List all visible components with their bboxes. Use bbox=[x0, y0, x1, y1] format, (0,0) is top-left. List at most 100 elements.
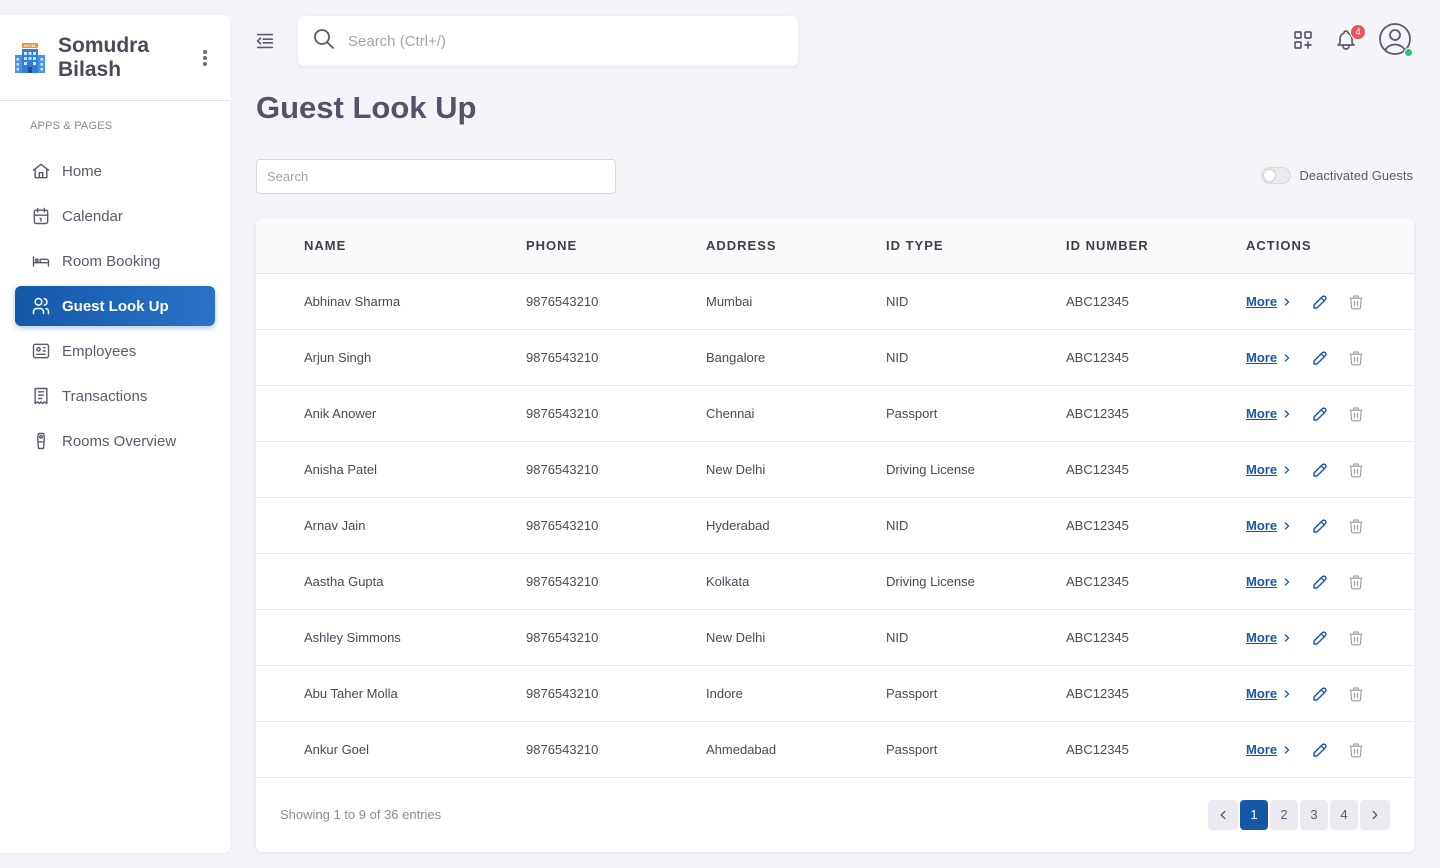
trash-icon[interactable] bbox=[1347, 685, 1365, 703]
users-icon bbox=[31, 296, 51, 316]
cell-id-type: NID bbox=[886, 518, 909, 533]
chevron-left-icon bbox=[1220, 810, 1226, 819]
more-vertical-icon[interactable] bbox=[196, 48, 214, 68]
more-label: More bbox=[1246, 518, 1278, 533]
notification-badge: 4 bbox=[1350, 24, 1366, 40]
trash-icon[interactable] bbox=[1347, 349, 1365, 367]
cell-actions: More bbox=[1246, 349, 1414, 367]
edit-pencil-icon[interactable] bbox=[1311, 349, 1329, 367]
cell-id-number: ABC12345 bbox=[1066, 686, 1129, 701]
pagination: 1 2 3 4 bbox=[1206, 799, 1390, 830]
cell-name: Arnav Jain bbox=[304, 518, 366, 533]
edit-pencil-icon[interactable] bbox=[1311, 461, 1329, 479]
page-button-2[interactable]: 2 bbox=[1270, 799, 1298, 830]
next-page-button[interactable] bbox=[1360, 799, 1390, 830]
prev-page-button[interactable] bbox=[1208, 799, 1238, 830]
room-tag-icon bbox=[31, 431, 51, 451]
trash-icon[interactable] bbox=[1347, 405, 1365, 423]
page-button-1[interactable]: 1 bbox=[1240, 799, 1268, 830]
chevron-right-icon bbox=[1284, 689, 1290, 698]
trash-icon[interactable] bbox=[1347, 461, 1365, 479]
avatar[interactable] bbox=[1378, 22, 1413, 57]
menu-collapse-icon[interactable] bbox=[254, 30, 276, 52]
more-link[interactable]: More bbox=[1246, 294, 1293, 309]
chevron-right-icon bbox=[1284, 577, 1290, 586]
edit-pencil-icon[interactable] bbox=[1311, 293, 1329, 311]
more-label: More bbox=[1246, 630, 1278, 645]
edit-pencil-icon[interactable] bbox=[1311, 517, 1329, 535]
chevron-right-icon bbox=[1284, 633, 1290, 642]
cell-address: Ahmedabad bbox=[706, 742, 777, 757]
more-link[interactable]: More bbox=[1246, 518, 1293, 533]
deactivated-guests-toggle[interactable] bbox=[1260, 167, 1291, 184]
edit-pencil-icon[interactable] bbox=[1311, 629, 1329, 647]
trash-icon[interactable] bbox=[1347, 517, 1365, 535]
sidebar-item-label: Employees bbox=[62, 342, 137, 360]
chevron-right-icon bbox=[1284, 353, 1290, 362]
edit-pencil-icon[interactable] bbox=[1311, 405, 1329, 423]
cell-id-type: NID bbox=[886, 350, 909, 365]
cell-actions: More bbox=[1246, 517, 1414, 535]
edit-pencil-icon[interactable] bbox=[1311, 685, 1329, 703]
bed-icon bbox=[31, 251, 51, 271]
global-search[interactable] bbox=[298, 16, 798, 66]
cell-address: Indore bbox=[706, 686, 743, 701]
more-link[interactable]: More bbox=[1246, 686, 1293, 701]
edit-pencil-icon[interactable] bbox=[1311, 741, 1329, 759]
more-link[interactable]: More bbox=[1246, 574, 1293, 589]
cell-actions: More bbox=[1246, 629, 1414, 647]
trash-icon[interactable] bbox=[1347, 629, 1365, 647]
receipt-icon bbox=[31, 386, 51, 406]
cell-actions: More bbox=[1246, 573, 1414, 591]
global-search-input[interactable] bbox=[348, 32, 768, 50]
cell-name: Abu Taher Molla bbox=[304, 686, 398, 701]
column-header-id-type[interactable]: ID TYPE bbox=[886, 238, 1066, 253]
sidebar-item-guest-look-up[interactable]: Guest Look Up bbox=[15, 286, 215, 326]
cell-id-type: Passport bbox=[886, 742, 938, 757]
column-header-actions: ACTIONS bbox=[1246, 238, 1312, 253]
sidebar-item-label: Transactions bbox=[62, 387, 148, 405]
guest-search-input[interactable] bbox=[256, 159, 616, 194]
edit-pencil-icon[interactable] bbox=[1311, 573, 1329, 591]
more-link[interactable]: More bbox=[1246, 406, 1293, 421]
trash-icon[interactable] bbox=[1347, 741, 1365, 759]
table-row: Arjun Singh 9876543210 Bangalore NID ABC1234… bbox=[256, 330, 1414, 386]
column-header-id-number[interactable]: ID NUMBER bbox=[1066, 238, 1246, 253]
sidebar-item-employees[interactable]: Employees bbox=[15, 331, 215, 371]
table-row: Aastha Gupta 9876543210 Kolkata Driving Lic… bbox=[256, 554, 1414, 610]
table-row: Arnav Jain 9876543210 Hyderabad NID ABC12345… bbox=[256, 498, 1414, 554]
trash-icon[interactable] bbox=[1347, 293, 1365, 311]
more-link[interactable]: More bbox=[1246, 462, 1293, 477]
cell-id-type: Passport bbox=[886, 686, 938, 701]
sidebar-item-transactions[interactable]: Transactions bbox=[15, 376, 215, 416]
column-header-address[interactable]: ADDRESS bbox=[706, 238, 886, 253]
cell-phone: 9876543210 bbox=[526, 462, 599, 477]
home-icon bbox=[31, 161, 51, 181]
more-label: More bbox=[1246, 574, 1278, 589]
online-status-dot bbox=[1404, 48, 1413, 57]
sidebar-item-rooms-overview[interactable]: Rooms Overview bbox=[15, 421, 215, 461]
calendar-icon bbox=[31, 206, 51, 226]
cell-address: Mumbai bbox=[706, 294, 753, 309]
notification-bell-icon[interactable]: 4 bbox=[1334, 24, 1366, 52]
table-row: Ankur Goel 9876543210 Ahmedabad Passport ABC… bbox=[256, 722, 1414, 778]
column-header-phone[interactable]: PHONE bbox=[526, 238, 706, 253]
hotel-logo-icon: HOTEL bbox=[14, 42, 46, 73]
trash-icon[interactable] bbox=[1347, 573, 1365, 591]
sidebar-item-room-booking[interactable]: Room Booking bbox=[15, 241, 215, 281]
page-button-4[interactable]: 4 bbox=[1330, 799, 1358, 830]
more-label: More bbox=[1246, 350, 1278, 365]
cell-phone: 9876543210 bbox=[526, 574, 599, 589]
apps-grid-icon[interactable] bbox=[1291, 28, 1315, 52]
more-link[interactable]: More bbox=[1246, 742, 1293, 757]
table-footer: Showing 1 to 9 of 36 entries 1 2 3 4 bbox=[256, 777, 1414, 852]
cell-name: Arjun Singh bbox=[304, 350, 372, 365]
sidebar-item-home[interactable]: Home bbox=[15, 151, 215, 191]
more-link[interactable]: More bbox=[1246, 630, 1293, 645]
cell-phone: 9876543210 bbox=[526, 686, 599, 701]
sidebar-item-calendar[interactable]: Calendar bbox=[15, 196, 215, 236]
column-header-name[interactable]: NAME bbox=[256, 238, 526, 253]
id-card-icon bbox=[31, 341, 51, 361]
page-button-3[interactable]: 3 bbox=[1300, 799, 1328, 830]
more-link[interactable]: More bbox=[1246, 350, 1293, 365]
